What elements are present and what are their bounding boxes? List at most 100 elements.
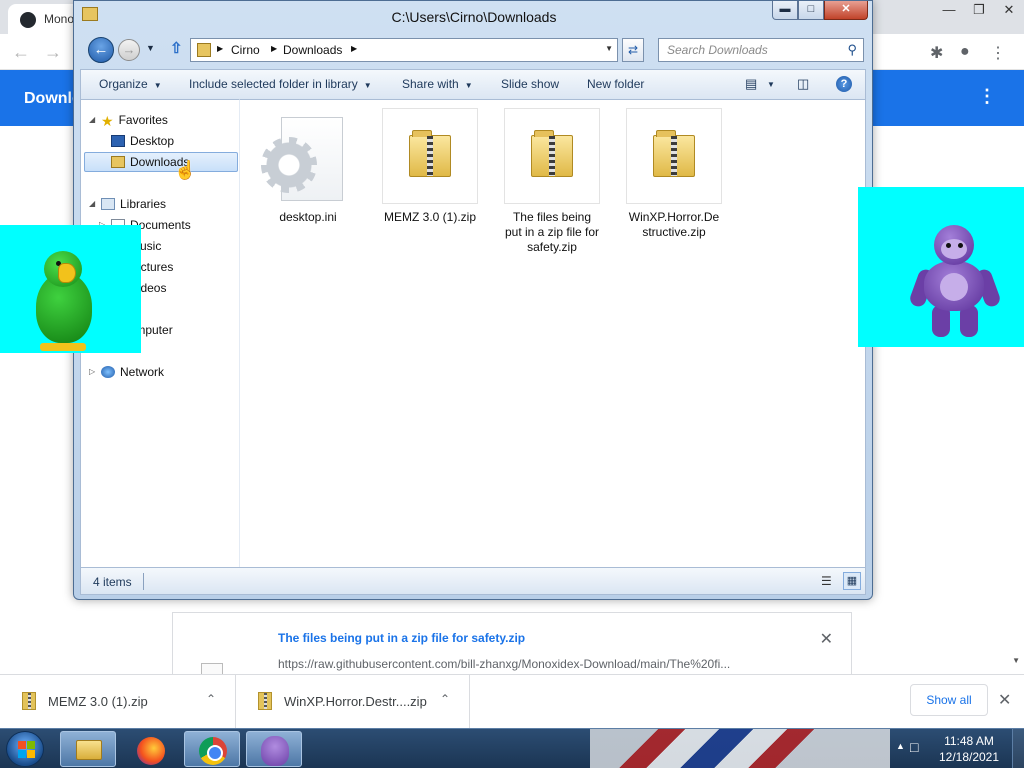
taskbar: ▲ □ 11:48 AM 12/18/2021	[0, 728, 1024, 768]
include-in-library-menu[interactable]: Include selected folder in library ▼	[189, 77, 372, 91]
breadcrumb-separator-icon[interactable]: ▶	[351, 44, 357, 53]
change-view-icon[interactable]: ▤	[745, 76, 757, 92]
nav-item-label: Network	[120, 365, 165, 379]
file-thumbnail	[382, 108, 478, 204]
bonzi-buddy-agent[interactable]	[858, 187, 1024, 347]
monkey-eye	[958, 243, 963, 248]
show-hidden-icons[interactable]: ▲	[896, 741, 905, 751]
chrome-window-controls: — ❐ ✕	[934, 0, 1024, 22]
download-source-url: https://raw.githubusercontent.com/bill-z…	[278, 657, 731, 671]
search-box: ⚲	[658, 38, 864, 62]
search-icon[interactable]: ⚲	[847, 42, 857, 58]
nav-item-libraries[interactable]: Libraries	[101, 197, 166, 211]
show-desktop-button[interactable]	[1012, 729, 1024, 768]
file-item[interactable]: The files being put in a zip file for sa…	[504, 108, 600, 255]
file-item[interactable]: WinXP.Horror.Destructive.zip	[626, 108, 722, 240]
status-bar: 4 items ☰ ▦	[80, 567, 866, 595]
windows-logo-part	[27, 750, 35, 758]
recent-locations-icon[interactable]: ▼	[146, 43, 155, 53]
details-view-icon[interactable]: ☰	[821, 574, 832, 588]
show-all-button[interactable]: Show all	[910, 684, 988, 716]
more-options-icon[interactable]: ⋮	[978, 86, 996, 107]
back-arrow-icon[interactable]: ←	[12, 42, 30, 63]
share-with-menu[interactable]: Share with ▼	[402, 77, 473, 91]
scroll-down-icon[interactable]: ▼	[1012, 656, 1020, 665]
taskbar-firefox[interactable]	[122, 731, 178, 767]
close-button[interactable]: ✕	[824, 1, 868, 20]
chevron-up-icon[interactable]: ⌃	[440, 692, 450, 706]
status-separator	[143, 573, 144, 590]
nav-item-label: Libraries	[120, 197, 167, 211]
restore-icon[interactable]: ❐	[964, 0, 994, 20]
clock-date[interactable]: 12/18/2021	[934, 750, 1004, 764]
item-count: 4 items	[93, 575, 132, 589]
window-title: C:\Users\Cirno\Downloads	[391, 9, 557, 25]
profile-icon[interactable]: ●	[960, 43, 970, 61]
shelf-item-name: WinXP.Horror.Destr....zip	[284, 694, 427, 709]
chevron-up-icon[interactable]: ⌃	[206, 692, 216, 706]
download-file-link[interactable]: The files being put in a zip file for sa…	[278, 631, 525, 645]
file-thumbnail	[626, 108, 722, 204]
file-item[interactable]: desktop.ini	[260, 108, 356, 225]
back-button[interactable]: ←	[88, 37, 114, 63]
taskbar-explorer[interactable]	[60, 731, 116, 767]
nav-item-network[interactable]: Network	[101, 365, 164, 379]
shelf-item[interactable]: MEMZ 3.0 (1).zip ⌃	[0, 675, 236, 729]
forward-button[interactable]: →	[118, 39, 140, 61]
preview-pane-icon[interactable]: ◫	[797, 76, 809, 92]
maximize-button[interactable]: □	[798, 1, 824, 20]
expand-collapse-icon[interactable]: ◢	[89, 199, 95, 208]
parrot-feet	[40, 343, 86, 351]
file-thumbnail	[260, 108, 356, 204]
shelf-item[interactable]: WinXP.Horror.Destr....zip ⌃	[236, 675, 470, 729]
include-in-library-label: Include selected folder in library	[189, 77, 358, 91]
clock-time[interactable]: 11:48 AM	[934, 734, 1004, 748]
wallpaper	[590, 729, 890, 768]
forward-arrow-icon[interactable]: →	[44, 42, 62, 63]
taskbar-chrome[interactable]	[184, 731, 240, 767]
breadcrumb-separator-icon[interactable]: ▶	[271, 44, 277, 53]
address-bar[interactable]: ▶ Cirno ▶ Downloads ▶ ▼	[190, 38, 618, 62]
nav-item-favorites[interactable]: ★ Favorites	[101, 113, 168, 129]
taskbar-bonzi[interactable]	[246, 731, 302, 767]
nav-item-desktop[interactable]: Desktop	[111, 134, 174, 148]
large-icons-view-icon[interactable]: ▦	[843, 572, 861, 590]
address-dropdown-icon[interactable]: ▼	[605, 44, 613, 53]
caption-buttons: ▬ □ ✕	[772, 1, 868, 21]
system-tray: ▲ □ 11:48 AM 12/18/2021	[894, 729, 1024, 768]
folder-icon	[76, 740, 102, 760]
parrot-agent[interactable]	[0, 225, 141, 353]
chevron-down-icon: ▼	[363, 81, 372, 90]
title-bar[interactable]: C:\Users\Cirno\Downloads ▬ □ ✕	[74, 1, 874, 31]
menu-icon[interactable]: ⋮	[990, 43, 1006, 63]
desktop-icon	[111, 135, 125, 147]
breadcrumb-separator-icon[interactable]: ▶	[217, 44, 223, 53]
zip-file-icon	[22, 692, 36, 710]
view-options-dropdown-icon[interactable]: ▼	[767, 80, 775, 89]
organize-label: Organize	[99, 77, 148, 91]
extensions-icon[interactable]: ✱	[930, 43, 943, 63]
remove-download-icon[interactable]: ✕	[820, 629, 833, 649]
search-input[interactable]	[665, 42, 835, 58]
breadcrumb-item[interactable]: Downloads	[283, 43, 342, 57]
file-item[interactable]: MEMZ 3.0 (1).zip	[382, 108, 478, 225]
organize-menu[interactable]: Organize ▼	[99, 77, 162, 91]
expand-collapse-icon[interactable]: ◢	[89, 115, 95, 124]
close-shelf-icon[interactable]: ✕	[998, 690, 1011, 710]
refresh-button[interactable]: ⇄	[622, 38, 644, 62]
network-icon[interactable]: □	[910, 739, 918, 755]
help-icon[interactable]: ?	[836, 76, 852, 92]
firefox-icon	[137, 737, 165, 765]
slide-show-button[interactable]: Slide show	[501, 77, 559, 91]
expand-icon[interactable]: ▷	[89, 367, 95, 376]
start-button[interactable]	[6, 731, 44, 767]
minimize-button[interactable]: ▬	[772, 1, 798, 20]
up-arrow-icon[interactable]: ⇧	[170, 39, 183, 57]
download-shelf: MEMZ 3.0 (1).zip ⌃ WinXP.Horror.Destr...…	[0, 674, 1024, 729]
windows-logo-part	[27, 741, 35, 749]
new-folder-button[interactable]: New folder	[587, 77, 644, 91]
zip-folder-icon	[531, 130, 573, 177]
minimize-icon[interactable]: —	[934, 0, 964, 20]
close-icon[interactable]: ✕	[994, 0, 1024, 20]
breadcrumb-item[interactable]: Cirno	[231, 43, 260, 57]
